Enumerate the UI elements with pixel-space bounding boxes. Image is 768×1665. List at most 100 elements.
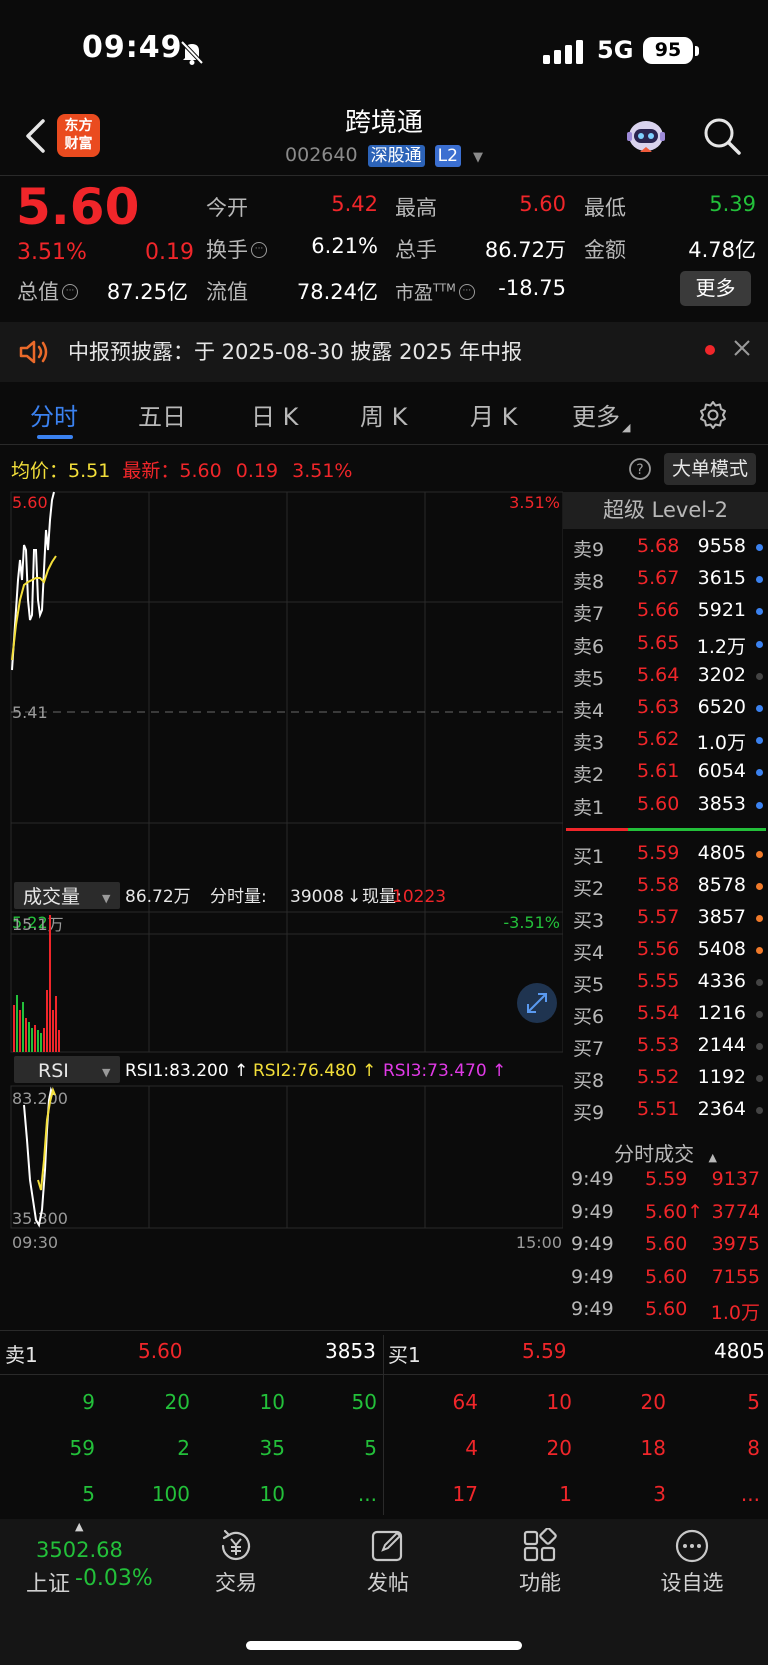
- bid-volume: 1192: [697, 1066, 746, 1088]
- ask-row[interactable]: 卖9 5.68 9558: [563, 531, 768, 563]
- trade-volume: 7155: [711, 1265, 760, 1288]
- tab-daily-k[interactable]: 日 K: [251, 397, 298, 432]
- tab-monthly-k[interactable]: 月 K: [470, 397, 517, 432]
- ask-volume: 3202: [697, 663, 746, 686]
- index-value[interactable]: 3502.68: [36, 1538, 123, 1562]
- bid-row[interactable]: 买2 5.58 8578: [563, 870, 768, 902]
- more-dots-icon[interactable]: [673, 1528, 711, 1564]
- level2-title[interactable]: 超级 Level-2: [563, 492, 768, 529]
- ask-row[interactable]: 卖4 5.63 6520: [563, 692, 768, 724]
- index-name[interactable]: 上证: [26, 1566, 70, 1598]
- bid-queue-cell: 10: [546, 1390, 572, 1414]
- battery-tip: [695, 46, 699, 56]
- turnover-value: 6.21%: [311, 234, 378, 258]
- nav-functions[interactable]: 功能: [490, 1567, 590, 1597]
- ask-level-label: 卖4: [573, 700, 605, 722]
- ask-row[interactable]: 卖6 5.65 1.2万: [563, 628, 768, 660]
- ask-price: 5.64: [637, 663, 680, 686]
- help-icon[interactable]: ?: [628, 457, 652, 481]
- turnover-label[interactable]: 换手 ···: [206, 234, 267, 264]
- trade-price: 5.59: [645, 1168, 688, 1190]
- nav-post[interactable]: 发帖: [338, 1567, 438, 1597]
- ask-row[interactable]: 卖1 5.60 3853: [563, 789, 768, 821]
- bid-row[interactable]: 买3 5.57 3857: [563, 902, 768, 934]
- ask-row[interactable]: 卖5 5.64 3202: [563, 660, 768, 692]
- trade-time: 9:49: [571, 1168, 614, 1190]
- ask-volume: 6054: [697, 760, 746, 783]
- trade-yen-icon[interactable]: [217, 1528, 255, 1564]
- trade-row: 9:49 5.60 1.0万: [563, 1295, 768, 1327]
- ask-row[interactable]: 卖8 5.67 3615: [563, 563, 768, 595]
- orderbook-ratio-ask: [566, 828, 628, 831]
- bid-price: 5.52: [637, 1066, 680, 1088]
- pct-axis-bottom: -3.51%: [503, 913, 560, 932]
- bid-queue-cell: 3: [653, 1482, 666, 1506]
- trade-time: 9:49: [571, 1200, 614, 1223]
- ask-queue-cell: 59: [69, 1436, 95, 1460]
- ai-assistant-robot-icon[interactable]: [624, 116, 668, 156]
- ask-level-label: 卖2: [573, 764, 605, 787]
- bid-price: 5.53: [637, 1034, 680, 1056]
- order-type-dot: [756, 801, 763, 809]
- order-type-dot: [756, 576, 763, 584]
- tick-trades-title[interactable]: 分时成交 ▲: [563, 1138, 768, 1167]
- bid-volume: 2364: [697, 1098, 746, 1120]
- order-type-dot: [756, 672, 763, 680]
- current-price: 5.60: [16, 178, 140, 236]
- bid-row[interactable]: 买9 5.51 2364: [563, 1094, 768, 1126]
- float-cap-label: 流值: [206, 280, 248, 304]
- stock-code: 002640: [285, 144, 358, 166]
- bid-row[interactable]: 买5 5.55 4336: [563, 966, 768, 998]
- volume-now: 10223: [392, 887, 446, 907]
- order-type-dot: [756, 915, 763, 922]
- bid-level-label: 买1: [573, 846, 605, 868]
- pe-label[interactable]: 市盈TTM ···: [395, 278, 475, 305]
- nav-trade[interactable]: 交易: [186, 1567, 286, 1597]
- bid-row[interactable]: 买6 5.54 1216: [563, 998, 768, 1030]
- tab-five-day[interactable]: 五日: [138, 397, 186, 432]
- tab-weekly-k[interactable]: 周 K: [360, 397, 407, 432]
- order-type-dot: [756, 608, 763, 616]
- bid-row[interactable]: 买1 5.59 4805: [563, 838, 768, 870]
- trade-time: 9:49: [571, 1265, 614, 1288]
- ask-level-label: 卖7: [573, 603, 605, 626]
- best-quote-row: 卖1 5.60 3853 买1 5.59 4805: [0, 1335, 768, 1373]
- ask-row[interactable]: 卖3 5.62 1.0万: [563, 724, 768, 756]
- intraday-chart[interactable]: 5.60 5.41 5.22 3.51% -3.51% 成交量 ▼ 86.72万…: [0, 490, 563, 1320]
- ask-level-label: 卖5: [573, 667, 605, 690]
- volume-total: 86.72万: [125, 887, 191, 907]
- ask-level-label: 卖9: [573, 539, 605, 561]
- bid-row[interactable]: 买8 5.52 1192: [563, 1062, 768, 1094]
- gear-icon[interactable]: [698, 400, 728, 430]
- search-icon[interactable]: [702, 116, 742, 156]
- more-info-icon: ···: [251, 242, 267, 258]
- index-change[interactable]: -0.03%: [75, 1566, 153, 1591]
- market-cap-label[interactable]: 总值 ···: [17, 276, 78, 306]
- tab-more[interactable]: 更多 ◢: [572, 397, 630, 434]
- trade-volume: 3774: [711, 1200, 760, 1223]
- dropdown-caret-icon: ▼: [102, 1066, 111, 1079]
- status-time: 09:49: [82, 30, 183, 65]
- ask-row[interactable]: 卖7 5.66 5921: [563, 595, 768, 627]
- bid-row[interactable]: 买4 5.56 5408: [563, 934, 768, 966]
- price-axis-mid: 5.41: [12, 703, 48, 722]
- ask-price: 5.65: [637, 631, 680, 654]
- notice-text[interactable]: 中报预披露：于 2025-08-30 披露 2025 年中报: [68, 336, 522, 366]
- ask-queue-cell: 20: [164, 1390, 190, 1414]
- nav-watchlist[interactable]: 设自选: [642, 1567, 742, 1597]
- orderbook-ratio-bid: [628, 828, 766, 831]
- close-icon[interactable]: [733, 339, 751, 357]
- home-indicator[interactable]: [246, 1641, 522, 1650]
- ask-row[interactable]: 卖2 5.61 6054: [563, 756, 768, 788]
- order-type-dot: [756, 544, 763, 551]
- trade-price: 5.60: [645, 1298, 688, 1320]
- price-line: [11, 491, 55, 671]
- tab-intraday[interactable]: 分时: [30, 397, 78, 432]
- bid-row[interactable]: 买7 5.53 2144: [563, 1030, 768, 1062]
- big-order-mode-button[interactable]: 大单模式: [664, 453, 756, 485]
- header-divider: [0, 175, 768, 176]
- functions-grid-icon[interactable]: [521, 1528, 559, 1564]
- compose-post-icon[interactable]: [369, 1528, 407, 1564]
- more-quote-button[interactable]: 更多: [680, 271, 751, 306]
- bid-volume: 1216: [697, 1002, 746, 1024]
